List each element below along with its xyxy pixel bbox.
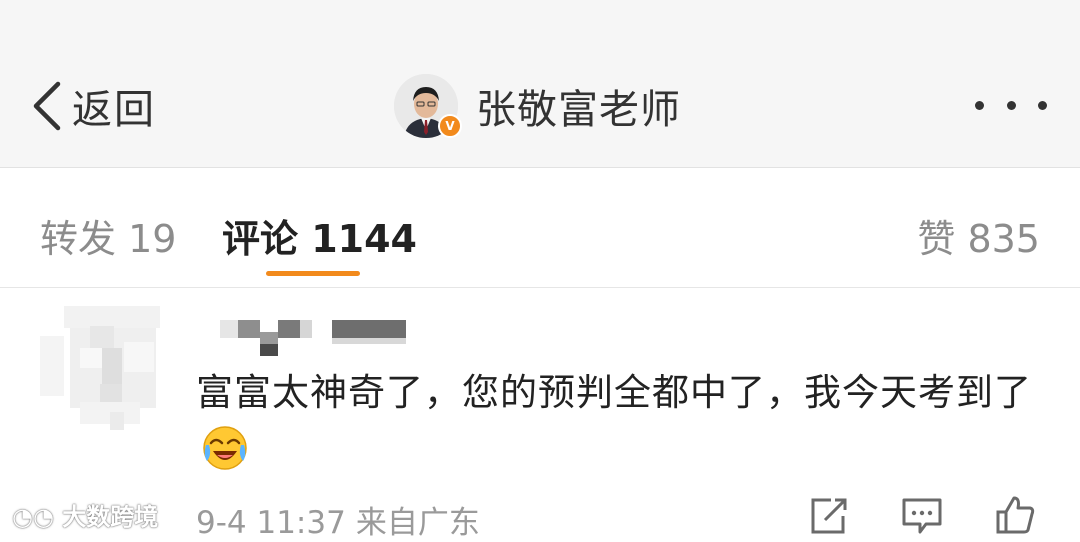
comment-meta: 9-4 11:37 来自广东 <box>196 497 480 542</box>
verified-badge-icon: V <box>438 114 462 138</box>
tab-likes[interactable]: 赞 835 <box>917 208 1040 263</box>
laughing-crying-emoji-icon <box>203 426 247 470</box>
tab-comments[interactable]: 评论 1144 <box>222 208 417 263</box>
divider <box>0 287 1080 288</box>
chevron-left-icon <box>33 81 61 131</box>
tab-bar: 转发 19 评论 1144 赞 835 <box>0 168 1080 288</box>
avatar[interactable]: V <box>394 74 462 138</box>
comment-time: 9-4 11:37 <box>196 505 346 541</box>
comment-source: 来自广东 <box>355 505 480 541</box>
commenter-avatar-blurred[interactable] <box>40 302 162 432</box>
like-button[interactable] <box>994 494 1036 538</box>
comment-text: 富富太神奇了，您的预判全都中了，我今天考到了 <box>196 364 1056 480</box>
tab-repost[interactable]: 转发 19 <box>40 208 176 263</box>
more-button[interactable] <box>975 90 1047 120</box>
watermark: ◔◔ 大数跨境 <box>12 497 158 532</box>
back-button[interactable]: 返回 <box>30 78 156 134</box>
more-dots-icon <box>975 100 984 110</box>
profile-header[interactable]: V 张敬富老师 <box>394 72 681 140</box>
comment-button[interactable] <box>900 494 944 538</box>
like-icon <box>996 496 1035 534</box>
active-tab-indicator <box>266 271 360 276</box>
watermark-text: 大数跨境 <box>62 503 159 531</box>
comment-icon <box>902 498 942 534</box>
share-icon <box>811 498 847 534</box>
watermark-logo-icon: ◔◔ <box>12 503 63 531</box>
share-button[interactable] <box>807 494 849 538</box>
profile-name: 张敬富老师 <box>476 87 681 133</box>
commenter-name-blurred[interactable] <box>220 318 410 358</box>
back-label: 返回 <box>72 87 156 133</box>
comment-text-content: 富富太神奇了，您的预判全都中了，我今天考到了 <box>196 371 1032 414</box>
top-nav-bar: 返回 V 张敬富老师 <box>0 0 1080 168</box>
